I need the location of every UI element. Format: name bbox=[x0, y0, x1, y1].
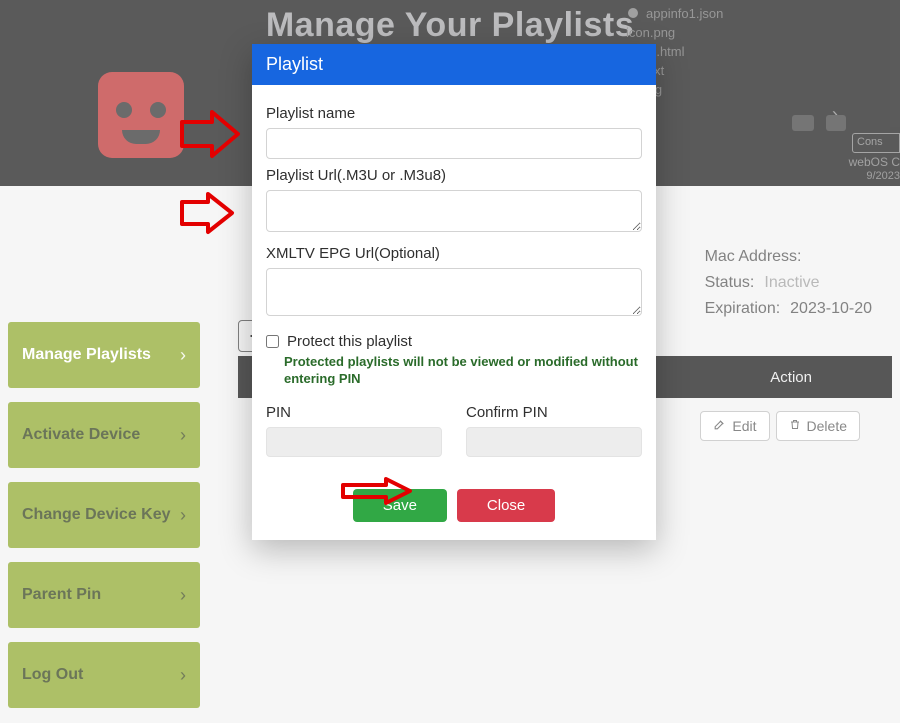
column-action: Action bbox=[770, 369, 812, 386]
close-button[interactable]: Close bbox=[457, 489, 555, 522]
chevron-right-icon: › bbox=[180, 345, 186, 366]
sidebar-item-log-out[interactable]: Log Out › bbox=[8, 642, 200, 708]
device-info: Mac Address: Status: Inactive Expiration:… bbox=[705, 244, 872, 322]
pin-input[interactable] bbox=[266, 427, 442, 457]
epg-url-label: XMLTV EPG Url(Optional) bbox=[266, 245, 642, 262]
playlist-url-input[interactable] bbox=[266, 190, 642, 232]
playlist-modal: Playlist Playlist name Playlist Url(.M3U… bbox=[252, 44, 656, 540]
webos-date: 9/2023 bbox=[866, 170, 900, 182]
mac-label: Mac Address: bbox=[705, 248, 802, 265]
confirm-pin-input[interactable] bbox=[466, 427, 642, 457]
pin-label: PIN bbox=[266, 404, 442, 421]
save-button[interactable]: Save bbox=[353, 489, 447, 522]
sidebar-item-change-device-key[interactable]: Change Device Key › bbox=[8, 482, 200, 548]
confirm-pin-label: Confirm PIN bbox=[466, 404, 642, 421]
delete-button[interactable]: Delete bbox=[776, 411, 860, 441]
console-badge: Cons bbox=[852, 133, 900, 153]
sidebar-item-label: Log Out bbox=[22, 666, 83, 684]
chevron-right-icon: › bbox=[180, 585, 186, 606]
chevron-right-icon: › bbox=[180, 665, 186, 686]
chevron-right-icon: › bbox=[180, 505, 186, 526]
playlist-name-label: Playlist name bbox=[266, 105, 642, 122]
protect-hint: Protected playlists will not be viewed o… bbox=[284, 354, 642, 388]
sidebar-item-label: Manage Playlists bbox=[22, 346, 151, 364]
edit-icon bbox=[713, 418, 726, 434]
webos-label: webOS C bbox=[849, 155, 900, 169]
bg-chip bbox=[792, 115, 814, 131]
status-value: Inactive bbox=[764, 274, 819, 291]
playlist-url-label: Playlist Url(.M3U or .M3u8) bbox=[266, 167, 642, 184]
sidebar-item-label: Change Device Key bbox=[22, 506, 171, 524]
sidebar: Manage Playlists › Activate Device › Cha… bbox=[8, 322, 200, 722]
status-label: Status: bbox=[705, 274, 755, 291]
sidebar-item-label: Parent Pin bbox=[22, 586, 101, 604]
bg-chip bbox=[826, 115, 846, 131]
modal-title: Playlist bbox=[252, 44, 656, 85]
playlist-name-input[interactable] bbox=[266, 128, 642, 159]
protect-label: Protect this playlist bbox=[287, 333, 412, 350]
sidebar-item-parent-pin[interactable]: Parent Pin › bbox=[8, 562, 200, 628]
chevron-right-icon: › bbox=[180, 425, 186, 446]
expiration-value: 2023-10-20 bbox=[790, 300, 872, 317]
sidebar-item-label: Activate Device bbox=[22, 426, 140, 444]
edit-label: Edit bbox=[732, 418, 756, 434]
protect-checkbox[interactable] bbox=[266, 335, 279, 348]
edit-button[interactable]: Edit bbox=[700, 411, 769, 441]
sidebar-item-manage-playlists[interactable]: Manage Playlists › bbox=[8, 322, 200, 388]
row-actions: Edit Delete bbox=[700, 411, 860, 441]
app-logo bbox=[98, 72, 184, 158]
expiration-label: Expiration: bbox=[705, 300, 781, 317]
delete-label: Delete bbox=[807, 418, 847, 434]
epg-url-input[interactable] bbox=[266, 268, 642, 316]
sidebar-item-activate-device[interactable]: Activate Device › bbox=[8, 402, 200, 468]
trash-icon bbox=[789, 418, 801, 434]
